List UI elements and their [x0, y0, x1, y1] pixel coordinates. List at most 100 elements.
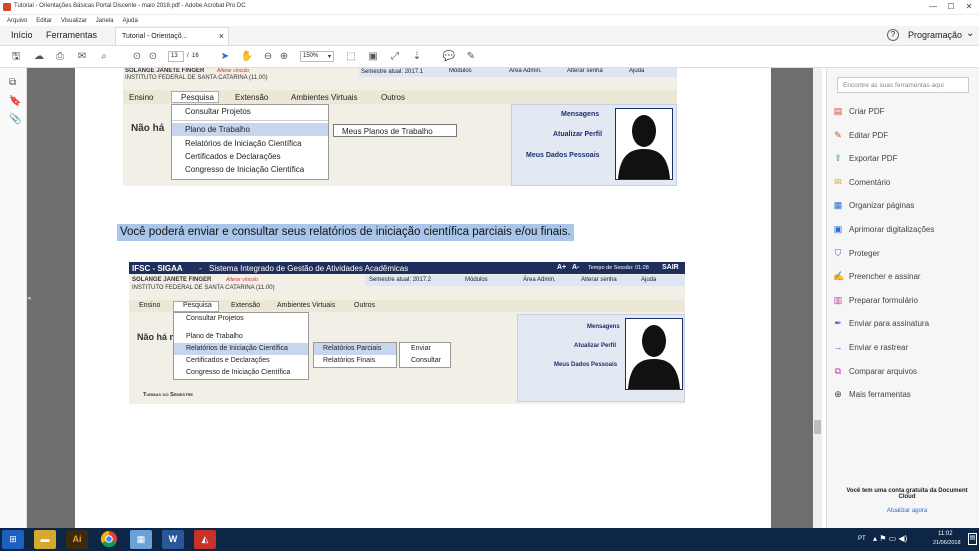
tool-icon: ⧉ [834, 365, 842, 376]
tool-item[interactable]: ⧉ Comparar arquivos [833, 366, 973, 389]
nav-extensao-b: Extensão [231, 302, 261, 309]
pdf-page: SOLANGE JANETE FINGER Alterar vínculo IN… [75, 68, 771, 528]
toolbar: 🖫 ☁ ⎙ ✉ ⌕ ⊙ ⊙ 13 / 16 ➤ ✋ ⊖ ⊕ 150% ▾ ⬚ ▣… [0, 46, 979, 68]
pen-icon[interactable]: ✎ [464, 50, 478, 64]
tab-document[interactable]: Tutorial - Orientaçõ... × [115, 27, 229, 45]
zoom-select[interactable]: 150% ▾ [300, 51, 334, 62]
attachment-icon[interactable]: 📎 [9, 114, 21, 125]
word-icon[interactable]: W [162, 530, 184, 549]
maximize-button[interactable]: ☐ [943, 1, 959, 13]
dd-b-consultar: Consultar Projetos [186, 315, 244, 322]
tool-item[interactable]: ⊕ Mais ferramentas [833, 389, 973, 412]
upgrade-link[interactable]: Atualizar agora [845, 508, 969, 514]
zoom-out-icon[interactable]: ⊖ [261, 50, 275, 64]
close-tab-icon[interactable]: × [219, 31, 224, 41]
search-icon[interactable]: ⌕ [97, 50, 111, 64]
tool-label: Preparar formulário [849, 295, 918, 305]
document-viewport[interactable]: SOLANGE JANETE FINGER Alterar vínculo IN… [27, 68, 822, 528]
tool-item[interactable]: ✎ Editar PDF [833, 130, 973, 153]
app-icon[interactable]: ▦ [130, 530, 152, 549]
user-name-bottom: SOLANGE JANETE FINGER [132, 277, 212, 283]
cloud-message: Você tem uma conta gratuita da Document … [846, 488, 968, 500]
windows-taskbar: ⊞ ▬ Ai ▦ W ◭ PT ▴ ⚑ ▭ ◀) 11:02 21/06/201… [0, 528, 979, 551]
tool-item[interactable]: ✍ Preencher e assinar [833, 271, 973, 294]
minimize-button[interactable]: — [925, 1, 941, 13]
menu-ajuda[interactable]: Ajuda [122, 18, 137, 24]
comment-icon[interactable]: 💬 [442, 50, 456, 64]
header-sep: - [199, 264, 202, 273]
link-ajuda: Ajuda [629, 68, 645, 74]
zoom-in-icon[interactable]: ⊕ [277, 50, 291, 64]
window-title: Tutorial - Orientações Básicas Portal Di… [14, 3, 246, 9]
tool-item[interactable]: ⇪ Exportar PDF [833, 153, 973, 176]
page-number-input[interactable]: 13 [168, 51, 184, 62]
pesquisa-dropdown: Consultar Projetos Plano de Trabalho Rel… [171, 104, 329, 180]
tool-icon: ✍ [833, 271, 845, 282]
tool-item[interactable]: ⛉ Proteger [833, 248, 973, 271]
fit-page-icon[interactable]: ⬚ [344, 50, 358, 64]
pesquisa-dropdown-b: Consultar Projetos Plano de Trabalho Rel… [173, 312, 309, 380]
chrome-icon[interactable] [98, 530, 120, 549]
tool-item[interactable]: ▥ Preparar formulário [833, 295, 973, 318]
page-up-icon[interactable]: ⊙ [130, 50, 144, 64]
scroll-mode-icon[interactable]: ⇣ [410, 50, 424, 64]
tool-item[interactable]: ✉ Comentário [833, 177, 973, 200]
link-senha-bottom: Alterar senha [581, 277, 617, 283]
nav-pesquisa: Pesquisa [181, 93, 214, 102]
illustrator-icon[interactable]: Ai [66, 530, 88, 549]
nav-ensino-b: Ensino [139, 302, 161, 309]
link-area-admin: Área Admin. [509, 68, 542, 74]
page-left-arrow-icon[interactable]: ◂ [27, 294, 31, 302]
relatorios-submenu: Relatórios Parciais Relatórios Finais [313, 342, 397, 368]
bookmark-icon[interactable]: 🔖 [9, 96, 21, 107]
tool-item[interactable]: ▣ Aprimorar digitalizações [833, 224, 973, 247]
language-indicator[interactable]: PT [858, 536, 866, 542]
windows-start-icon[interactable]: ⊞ [2, 530, 24, 549]
file-explorer-icon[interactable]: ▬ [34, 530, 56, 549]
menu-visualizar[interactable]: Visualizar [61, 18, 87, 24]
fullscreen-icon[interactable]: ⤢ [388, 50, 402, 64]
tools-search-input[interactable]: Encontre as suas ferramentas aqui [837, 77, 969, 93]
pages-icon[interactable]: ⧉ [9, 77, 16, 88]
menu-editar[interactable]: Editar [36, 18, 52, 24]
menu-janela[interactable]: Janela [96, 18, 114, 24]
page-down-icon[interactable]: ⊙ [146, 50, 160, 64]
help-icon[interactable]: ? [887, 29, 899, 41]
hand-tool-icon[interactable]: ✋ [240, 50, 254, 64]
save-icon[interactable]: 🖫 [9, 50, 23, 64]
tool-item[interactable]: → Enviar e rastrear [833, 342, 973, 365]
tool-icon: ▥ [833, 294, 843, 305]
parciais-submenu: Enviar Consultar [399, 342, 451, 368]
title-bar: Tutorial - Orientações Básicas Portal Di… [0, 0, 979, 15]
tool-item[interactable]: ✒ Enviar para assinatura [833, 318, 973, 341]
tool-icon: ✒ [834, 318, 842, 329]
print-icon[interactable]: ⎙ [53, 50, 67, 64]
notification-icon[interactable]: ▤ [968, 533, 977, 545]
tool-label: Criar PDF [849, 107, 885, 116]
clock-time[interactable]: 11:02 [938, 531, 953, 537]
menu-arquivo[interactable]: Arquivo [7, 18, 27, 24]
tab-tools[interactable]: Ferramentas [46, 30, 97, 40]
vertical-scrollbar[interactable] [813, 68, 822, 528]
acrobat-taskbar-icon[interactable]: ◭ [194, 530, 216, 549]
user-name: SOLANGE JANETE FINGER [125, 68, 205, 74]
fit-width-icon[interactable]: ▣ [366, 50, 380, 64]
close-button[interactable]: ✕ [961, 1, 977, 13]
email-icon[interactable]: ✉ [75, 50, 89, 64]
tool-label: Preencher e assinar [849, 272, 921, 282]
tool-icon: ⇪ [834, 153, 842, 164]
sigaa-screenshot-bottom: IFSC - SIGAA - Sistema Integrado de Gest… [129, 262, 685, 404]
tool-item[interactable]: ▤ Criar PDF [833, 106, 973, 129]
tool-item[interactable]: ▦ Organizar páginas [833, 200, 973, 223]
clock-date[interactable]: 21/06/2018 [933, 540, 961, 546]
font-increase: A+ [557, 264, 567, 271]
select-cursor-icon[interactable]: ➤ [218, 50, 232, 64]
chevron-down-icon[interactable]: ⌄ [966, 28, 974, 39]
sub-finais: Relatórios Finais [323, 357, 376, 364]
scroll-thumb[interactable] [814, 420, 821, 434]
dd-b-certificados: Certificados e Declarações [186, 357, 270, 364]
upload-cloud-icon[interactable]: ☁ [32, 50, 46, 64]
tab-home[interactable]: Início [11, 30, 33, 40]
tray-icons[interactable]: ▴ ⚑ ▭ ◀) [873, 534, 907, 543]
account-menu[interactable]: Programação [908, 30, 962, 40]
